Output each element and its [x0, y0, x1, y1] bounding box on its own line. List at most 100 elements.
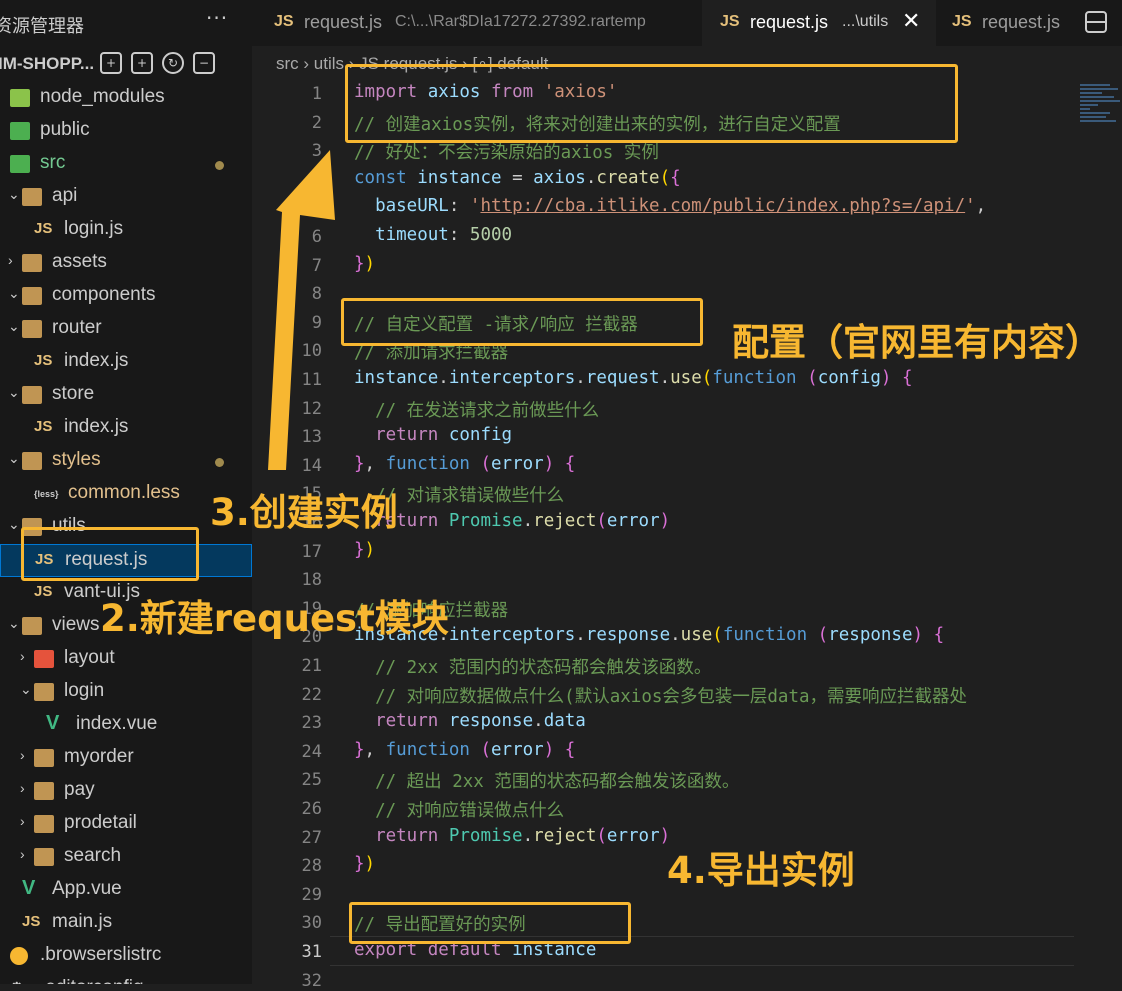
- tree-item-label: router: [52, 317, 102, 338]
- tree-item[interactable]: › layout: [0, 643, 252, 676]
- tree-item[interactable]: Vindex.vue: [0, 709, 252, 742]
- chevron-down-icon[interactable]: ⌄: [8, 384, 20, 401]
- tree-item[interactable]: › search: [0, 841, 252, 874]
- code-line[interactable]: return Promise.reject(error): [354, 826, 670, 854]
- tree-item[interactable]: V App.vue: [0, 874, 252, 907]
- split-editor-icon[interactable]: [1085, 11, 1107, 33]
- code-token: request: [585, 368, 660, 388]
- tree-item[interactable]: › myorder: [0, 742, 252, 775]
- tree-item[interactable]: JS index.js: [0, 346, 252, 379]
- close-icon[interactable]: ✕: [902, 8, 920, 34]
- chevron-right-icon[interactable]: ›: [20, 648, 25, 664]
- code-line[interactable]: }): [354, 540, 375, 568]
- code-token: {: [564, 739, 576, 760]
- code-token: =: [501, 167, 534, 188]
- code-line[interactable]: // 对响应数据做点什么(默认axios会多包装一层data，需要响应拦截器处: [354, 683, 967, 711]
- code-token: use: [670, 368, 702, 388]
- folder-icon: [22, 617, 42, 635]
- tree-item[interactable]: ⌄ store: [0, 379, 252, 412]
- code-line[interactable]: // 超出 2xx 范围的状态码都会触发该函数。: [354, 768, 739, 796]
- tree-item[interactable]: src: [0, 148, 252, 181]
- tree-item[interactable]: node_modules: [0, 82, 252, 115]
- tree-item-label: assets: [52, 251, 107, 272]
- folder-icon: [22, 188, 42, 206]
- tree-item[interactable]: › pay: [0, 775, 252, 808]
- more-actions-icon[interactable]: ···: [206, 6, 228, 30]
- new-file-icon[interactable]: +: [100, 52, 122, 74]
- tree-item[interactable]: › assets: [0, 247, 252, 280]
- js-file-icon: JS: [274, 13, 294, 30]
- code-line[interactable]: timeout: 5000: [354, 225, 512, 253]
- chevron-right-icon[interactable]: ›: [20, 780, 25, 796]
- code-token: function: [385, 453, 470, 474]
- code-token: ': [965, 196, 976, 217]
- tree-item[interactable]: ⌄ api: [0, 181, 252, 214]
- tree-item[interactable]: JS main.js: [0, 907, 252, 940]
- code-token: interceptors: [448, 625, 576, 646]
- chevron-down-icon[interactable]: ⌄: [8, 186, 20, 203]
- code-line[interactable]: return Promise.reject(error): [354, 511, 670, 539]
- chevron-down-icon[interactable]: ⌄: [8, 285, 20, 302]
- code-token: // 在发送请求之前做些什么: [375, 400, 600, 421]
- tree-item[interactable]: ⌄ login: [0, 676, 252, 709]
- tree-item-label: pay: [64, 779, 95, 800]
- line-number: 5: [311, 198, 322, 219]
- explorer-header: 资源管理器 ···: [0, 0, 252, 46]
- code-token: (: [659, 167, 671, 188]
- line-number: 11: [301, 370, 322, 390]
- code-line[interactable]: }, function (error) {: [354, 740, 575, 768]
- tab-request-js-3[interactable]: JS request.js: [936, 0, 1076, 46]
- refresh-icon[interactable]: ↻: [162, 52, 184, 74]
- tree-item[interactable]: ⌄ components: [0, 280, 252, 313]
- code-line[interactable]: // 好处：不会污染原始的axios 实例: [354, 139, 659, 167]
- tree-item[interactable]: ⚙ .editorconfig: [0, 973, 252, 984]
- collapse-all-icon[interactable]: −: [193, 52, 215, 74]
- tree-item[interactable]: ⌄ router: [0, 313, 252, 346]
- code-line[interactable]: return response.data: [354, 711, 586, 739]
- tree-item[interactable]: .browserslistrc: [0, 940, 252, 973]
- tab-request-js-utils[interactable]: JS request.js ...\utils ✕: [702, 0, 936, 46]
- code-line[interactable]: return config: [354, 425, 512, 453]
- chevron-down-icon[interactable]: ⌄: [8, 318, 20, 335]
- code-line[interactable]: }): [354, 854, 375, 882]
- code-token: }: [354, 453, 365, 474]
- code-line[interactable]: export default instance: [354, 940, 596, 968]
- code-token: }: [354, 854, 365, 875]
- tab-path: C:\...\Rar$DIa17272.27392.rartemp: [395, 13, 646, 30]
- code-line[interactable]: // 对响应错误做点什么: [354, 797, 564, 825]
- folder-icon: [10, 89, 30, 107]
- folder-icon: [22, 452, 42, 470]
- chevron-down-icon[interactable]: ⌄: [8, 450, 20, 467]
- tree-item[interactable]: public: [0, 115, 252, 148]
- new-folder-icon[interactable]: +: [131, 52, 153, 74]
- code-line[interactable]: }): [354, 254, 375, 282]
- code-line[interactable]: instance.interceptors.request.use(functi…: [354, 368, 913, 396]
- code-line[interactable]: // 2xx 范围内的状态码都会触发该函数。: [354, 654, 711, 682]
- code-token: instance: [417, 167, 502, 188]
- tab-request-js-temp[interactable]: JS request.js C:\...\Rar$DIa17272.27392.…: [252, 0, 702, 46]
- folder-icon: [34, 683, 54, 701]
- chevron-right-icon[interactable]: ›: [20, 747, 25, 763]
- chevron-down-icon[interactable]: ⌄: [20, 681, 32, 698]
- tree-item[interactable]: JS login.js: [0, 214, 252, 247]
- minimap[interactable]: [1080, 82, 1122, 152]
- code-token: config: [448, 425, 513, 446]
- tree-item[interactable]: JS index.js: [0, 412, 252, 445]
- project-header[interactable]: IM-SHOPP... + + ↻ −: [0, 50, 252, 80]
- code-line[interactable]: const instance = axios.create({: [354, 168, 681, 196]
- code-line[interactable]: }, function (error) {: [354, 454, 575, 482]
- tree-item[interactable]: ⌄ styles: [0, 445, 252, 478]
- chevron-right-icon[interactable]: ›: [8, 252, 13, 268]
- code-line[interactable]: baseURL: 'http://cba.itlike.com/public/i…: [354, 196, 986, 224]
- chevron-right-icon[interactable]: ›: [20, 846, 25, 862]
- chevron-down-icon[interactable]: ⌄: [8, 615, 20, 632]
- code-token: error: [606, 511, 660, 531]
- chevron-right-icon[interactable]: ›: [20, 813, 25, 829]
- chevron-down-icon[interactable]: ⌄: [8, 516, 20, 533]
- tree-item[interactable]: › prodetail: [0, 808, 252, 841]
- code-line[interactable]: // 在发送请求之前做些什么: [354, 397, 599, 425]
- js-file-icon: JS: [34, 418, 53, 435]
- line-number: 6: [311, 227, 322, 247]
